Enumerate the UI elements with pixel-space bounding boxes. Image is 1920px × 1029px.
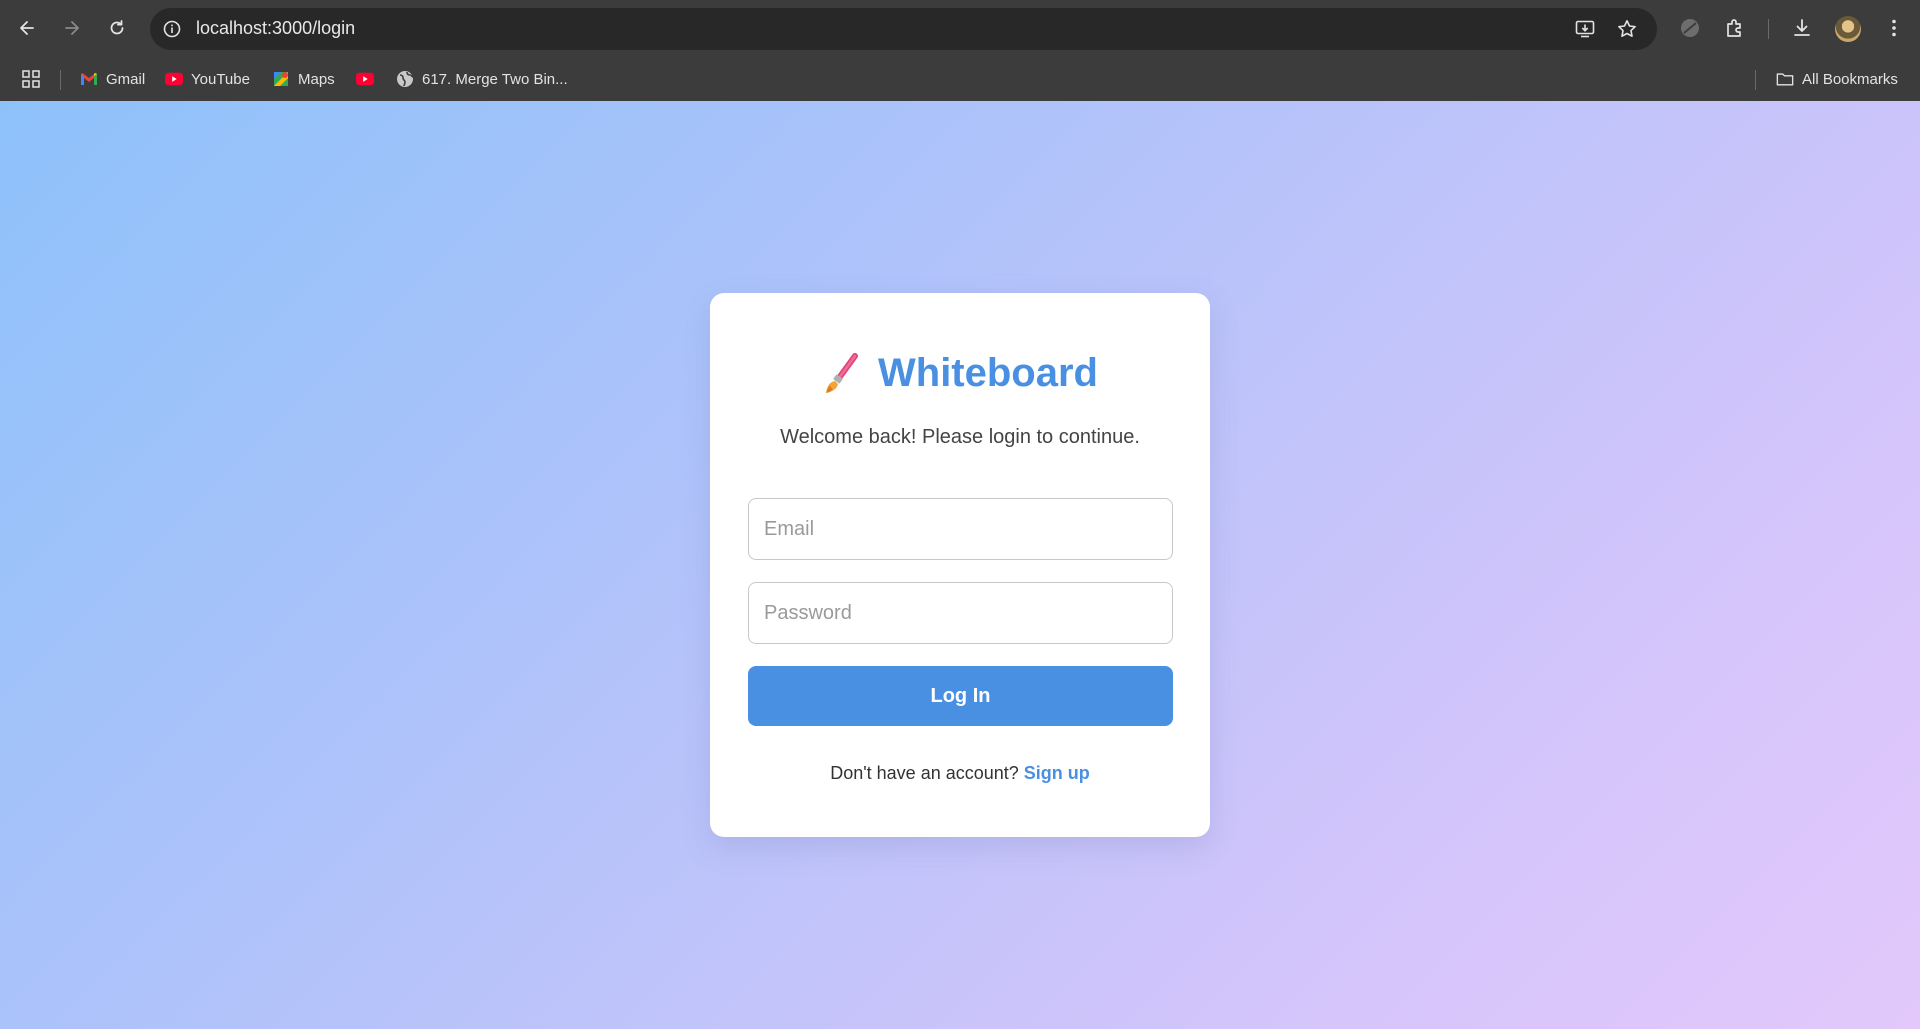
browser-chrome: localhost:3000/login Gmail YouTube Maps … [0,0,1920,101]
toolbar-divider [1768,19,1769,39]
login-card: Whiteboard Welcome back! Please login to… [710,293,1210,837]
all-bookmarks-button[interactable]: All Bookmarks [1776,68,1898,90]
youtube-icon [356,70,374,88]
bookmark-youtube[interactable]: YouTube [165,68,250,90]
reload-icon [110,20,124,35]
install-app-icon[interactable] [1574,18,1596,40]
bookmarks-divider-right [1755,70,1756,90]
signup-prompt-row: Don't have an account? Sign up [710,763,1210,784]
folder-icon [1776,70,1794,88]
back-button[interactable] [12,13,42,43]
reload-button[interactable] [102,13,132,43]
bookmark-label: Maps [298,70,335,88]
bookmark-label: 617. Merge Two Bin... [422,70,568,88]
site-info-icon[interactable] [162,19,182,39]
more-menu-icon[interactable] [1882,16,1906,40]
bookmark-youtube-2[interactable] [356,68,374,90]
password-field[interactable] [748,582,1173,644]
extensions-puzzle-icon[interactable] [1723,16,1747,40]
arrow-left-icon [20,21,34,35]
bookmark-label: Gmail [106,70,146,88]
globe-icon [396,70,414,88]
profile-avatar[interactable] [1835,16,1861,42]
brand-title: Whiteboard [878,351,1098,395]
bookmark-star-icon[interactable] [1616,18,1638,40]
bookmark-gmail[interactable]: Gmail [80,68,145,90]
welcome-subtitle: Welcome back! Please login to continue. [780,426,1140,448]
apps-launcher[interactable] [22,68,40,90]
login-page: Whiteboard Welcome back! Please login to… [0,101,1920,1029]
bookmark-leetcode[interactable]: 617. Merge Two Bin... [396,68,568,90]
signup-link[interactable]: Sign up [1024,763,1090,783]
signup-prompt-text: Don't have an account? [830,763,1024,783]
extension-blocked-icon[interactable] [1678,16,1702,40]
address-bar[interactable]: localhost:3000/login [150,8,1657,50]
url-text[interactable]: localhost:3000/login [196,18,355,39]
all-bookmarks-label: All Bookmarks [1802,70,1898,88]
bookmark-maps[interactable]: Maps [272,68,335,90]
browser-toolbar: localhost:3000/login [0,0,1920,58]
paintbrush-icon [826,352,858,393]
youtube-icon [165,70,183,88]
arrow-right-icon [65,21,79,35]
bookmarks-bar: Gmail YouTube Maps 617. Merge Two Bin... [0,58,1920,101]
login-button[interactable]: Log In [748,666,1173,726]
email-field[interactable] [748,498,1173,560]
brand-header: Whiteboard [710,351,1210,396]
forward-button[interactable] [57,13,87,43]
apps-grid-icon [22,70,40,88]
bookmark-label: YouTube [191,70,250,88]
bookmarks-divider [60,70,61,90]
maps-icon [272,70,290,88]
gmail-icon [80,70,98,88]
download-icon[interactable] [1790,16,1814,40]
